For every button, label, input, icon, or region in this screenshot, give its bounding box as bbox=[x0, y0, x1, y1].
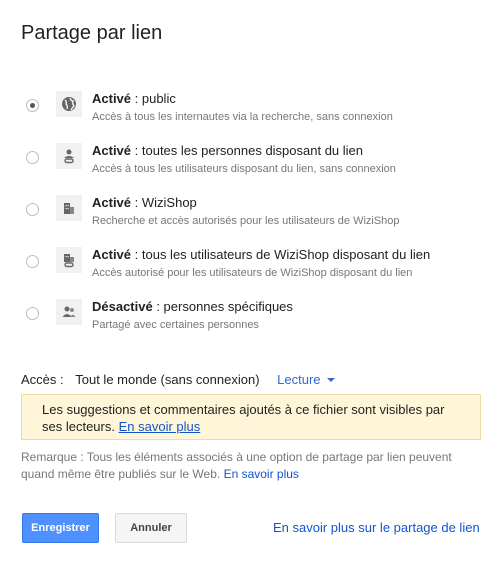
dialog-title: Partage par lien bbox=[21, 22, 163, 44]
remark: Remarque : Tous les éléments associés à … bbox=[21, 449, 471, 483]
access-value: Tout le monde (sans connexion) bbox=[75, 372, 260, 387]
option-title: Activé : WiziShop bbox=[92, 195, 197, 210]
building-link-icon bbox=[56, 247, 82, 273]
radio-public[interactable] bbox=[26, 99, 39, 112]
remark-learn-more-link[interactable]: En savoir plus bbox=[224, 467, 299, 481]
option-specific-people[interactable]: Désactivé : personnes spécifiques Partag… bbox=[0, 299, 480, 339]
option-description: Accès à tous les internautes via la rech… bbox=[92, 111, 393, 123]
cancel-button[interactable]: Annuler bbox=[115, 513, 187, 543]
person-link-icon bbox=[56, 143, 82, 169]
option-organization-with-link[interactable]: Activé : tous les utilisateurs de WiziSh… bbox=[0, 247, 480, 287]
chevron-down-icon bbox=[326, 377, 335, 382]
people-icon bbox=[56, 299, 82, 325]
radio-anyone-with-link[interactable] bbox=[26, 151, 39, 164]
save-button[interactable]: Enregistrer bbox=[22, 513, 99, 543]
option-description: Accès à tous les utilisateurs disposant … bbox=[92, 163, 396, 175]
option-description: Recherche et accès autorisés pour les ut… bbox=[92, 215, 400, 227]
option-title: Activé : tous les utilisateurs de WiziSh… bbox=[92, 247, 431, 262]
link-sharing-help-link[interactable]: En savoir plus sur le partage de lien bbox=[273, 520, 480, 535]
access-label: Accès : bbox=[21, 372, 64, 387]
radio-organization-with-link[interactable] bbox=[26, 255, 39, 268]
option-description: Partagé avec certaines personnes bbox=[92, 319, 259, 331]
option-organization[interactable]: Activé : WiziShop Recherche et accès aut… bbox=[0, 195, 480, 235]
comments-notice: Les suggestions et commentaires ajoutés … bbox=[21, 394, 481, 440]
option-title: Activé : toutes les personnes disposant … bbox=[92, 143, 364, 158]
radio-specific-people[interactable] bbox=[26, 307, 39, 320]
option-public[interactable]: Activé : public Accès à tous les interna… bbox=[0, 91, 480, 131]
notice-learn-more-link[interactable]: En savoir plus bbox=[119, 419, 201, 434]
access-mode-label: Lecture bbox=[277, 372, 321, 387]
access-row: Accès : Tout le monde (sans connexion) L… bbox=[21, 372, 335, 387]
option-title: Désactivé : personnes spécifiques bbox=[92, 299, 293, 314]
notice-text: Les suggestions et commentaires ajoutés … bbox=[42, 402, 445, 434]
radio-organization[interactable] bbox=[26, 203, 39, 216]
option-title: Activé : public bbox=[92, 91, 176, 106]
building-icon bbox=[56, 195, 82, 221]
globe-icon bbox=[56, 91, 82, 117]
option-description: Accès autorisé pour les utilisateurs de … bbox=[92, 267, 413, 279]
access-mode-dropdown[interactable]: Lecture bbox=[277, 372, 335, 387]
option-anyone-with-link[interactable]: Activé : toutes les personnes disposant … bbox=[0, 143, 480, 183]
